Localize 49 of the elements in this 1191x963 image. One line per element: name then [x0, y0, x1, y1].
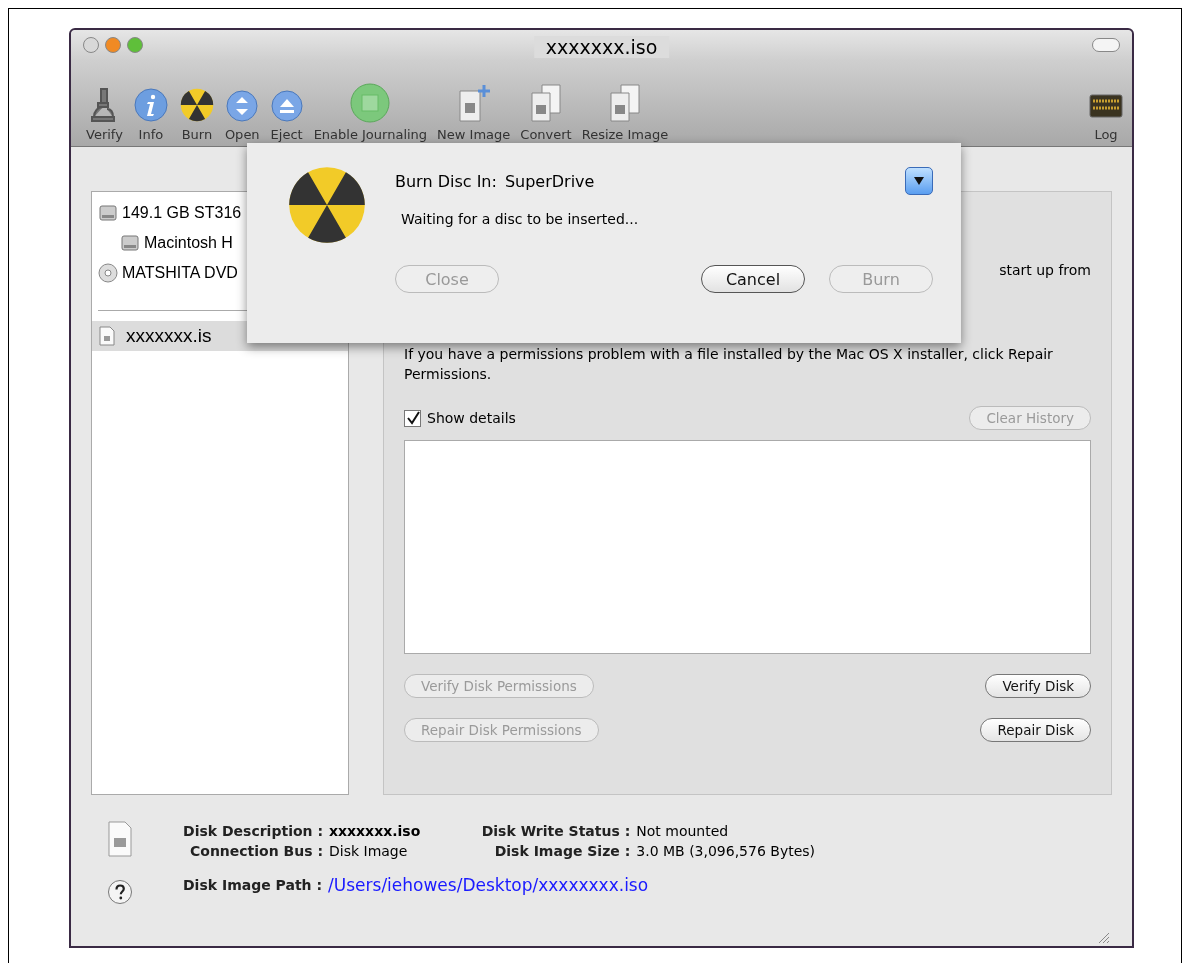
toolbar-button[interactable]: Eject	[264, 89, 309, 142]
window-title: xxxxxxx.iso	[533, 36, 670, 58]
documents-icon	[528, 83, 564, 123]
toolbar-button[interactable]: Convert	[515, 83, 577, 142]
toolbar-toggle-icon[interactable]	[1092, 38, 1120, 52]
burn-label: Burn Disc In:	[395, 171, 497, 191]
toolbar-button[interactable]: Burn	[173, 87, 220, 142]
disk-action-button[interactable]: Verify Disk	[985, 674, 1091, 698]
toolbar-button[interactable]: Verify	[81, 87, 128, 142]
toolbar-button[interactable]: Enable Journaling	[308, 83, 433, 142]
show-details-checkbox[interactable]: Show details	[404, 409, 516, 427]
close-light-icon[interactable]	[83, 37, 99, 53]
sheet-button[interactable]: Cancel	[701, 265, 805, 293]
info-value: Not mounted	[636, 822, 729, 841]
toolbar-button[interactable]: Open	[219, 89, 265, 142]
up-down-icon	[225, 89, 260, 123]
toolbar-button[interactable]: Resize Image	[576, 83, 674, 142]
path-link[interactable]: /Users/iehowes/Desktop/xxxxxxxx.iso	[328, 875, 649, 895]
info-label: Disk Write Status :	[480, 822, 631, 841]
dropdown-button[interactable]	[905, 167, 933, 195]
info-value: 3.0 MB (3,096,576 Bytes)	[636, 842, 816, 861]
caret-icon	[914, 177, 924, 185]
help-icon[interactable]	[107, 879, 133, 905]
document-icon	[107, 821, 133, 857]
info-label: Disk Image Size :	[493, 842, 631, 861]
info-icon	[132, 87, 169, 123]
instruction-paragraph: If you have a permissions problem with a file installed by the Mac OS X installer, click Repair Permissions.	[404, 345, 1054, 384]
zoom-light-icon[interactable]	[127, 37, 143, 53]
document-icon	[98, 326, 116, 346]
eject-icon	[269, 89, 304, 123]
disc-icon	[98, 263, 118, 283]
info-value: Disk Image	[329, 842, 408, 861]
hard-drive-icon	[120, 233, 140, 253]
drive-name: SuperDrive	[504, 171, 595, 191]
resize-grip-icon[interactable]	[1096, 930, 1110, 944]
disk-action-button[interactable]: Repair Disk	[980, 718, 1091, 742]
info-value: xxxxxxx.iso	[329, 822, 421, 841]
hard-drive-icon	[98, 203, 118, 223]
info-label: Disk Description :	[183, 822, 323, 841]
toolbar-button[interactable]: Log	[1084, 89, 1128, 142]
toolbar-button[interactable]: New Image	[432, 83, 516, 142]
minimize-light-icon[interactable]	[105, 37, 121, 53]
toolbar-button[interactable]: Info	[127, 87, 174, 142]
instruction-text: start up from	[999, 262, 1091, 278]
checkmark-icon	[405, 411, 420, 425]
info-label: Disk Image Path :	[183, 876, 323, 895]
info-label: Connection Bus :	[189, 842, 323, 861]
status-text: Waiting for a disc to be inserted...	[401, 211, 640, 227]
radiation-icon	[178, 87, 215, 123]
